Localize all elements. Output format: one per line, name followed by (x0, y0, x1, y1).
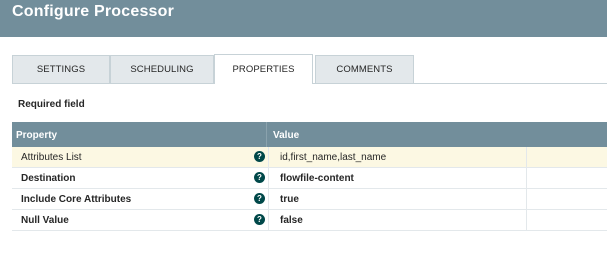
cell-divider (268, 147, 269, 167)
cell-divider (526, 210, 527, 230)
tab-bar: SETTINGS SCHEDULING PROPERTIES COMMENTS (0, 37, 607, 84)
dialog-title: Configure Processor (12, 3, 175, 20)
table-row[interactable]: Attributes List ? id,first_name,last_nam… (12, 147, 607, 168)
help-icon[interactable]: ? (254, 193, 265, 204)
table-row[interactable]: Null Value ? false (12, 210, 607, 231)
help-icon[interactable]: ? (254, 172, 265, 183)
cell-divider (268, 189, 269, 209)
tab-settings[interactable]: SETTINGS (12, 55, 110, 83)
column-header-value[interactable]: Value (273, 130, 299, 141)
tab-scheduling[interactable]: SCHEDULING (110, 55, 214, 83)
property-name: Include Core Attributes (21, 194, 132, 205)
dialog-header: Configure Processor (0, 0, 607, 37)
property-value[interactable]: flowfile-content (280, 173, 354, 184)
tab-comments[interactable]: COMMENTS (315, 55, 414, 83)
property-value[interactable]: true (280, 194, 299, 205)
property-value[interactable]: false (280, 215, 303, 226)
cell-divider (526, 147, 527, 167)
cell-divider (268, 210, 269, 230)
column-divider (266, 122, 267, 147)
help-icon[interactable]: ? (254, 151, 265, 162)
property-name: Destination (21, 173, 76, 184)
cell-divider (526, 168, 527, 188)
cell-divider (268, 168, 269, 188)
property-name: Null Value (21, 215, 69, 226)
properties-table: Property Value Attributes List ? id,firs… (12, 122, 607, 231)
help-icon[interactable]: ? (254, 214, 265, 225)
property-name: Attributes List (21, 152, 82, 163)
tab-properties[interactable]: PROPERTIES (214, 54, 313, 84)
required-field-note: Required field (18, 99, 85, 110)
table-row[interactable]: Include Core Attributes ? true (12, 189, 607, 210)
table-header: Property Value (12, 122, 607, 147)
table-row[interactable]: Destination ? flowfile-content (12, 168, 607, 189)
cell-divider (526, 189, 527, 209)
column-header-property[interactable]: Property (16, 130, 57, 141)
property-value[interactable]: id,first_name,last_name (280, 152, 386, 163)
